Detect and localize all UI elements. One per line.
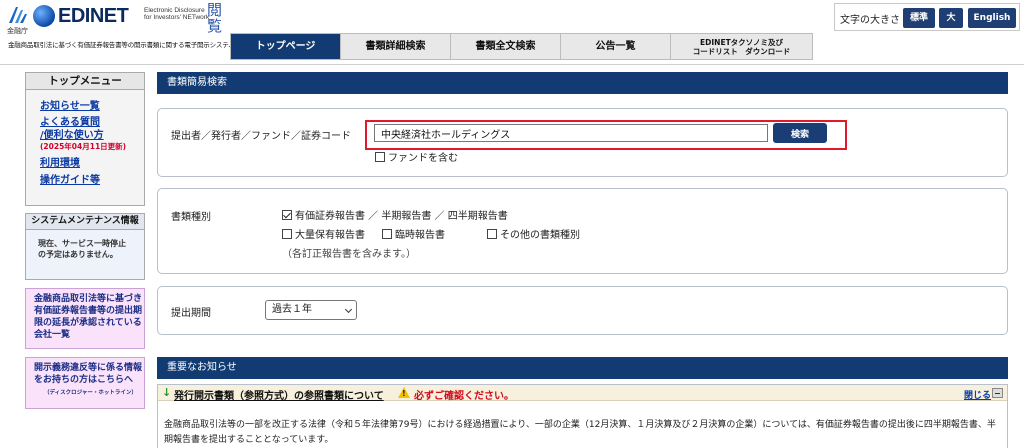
hotline-line-1: 開示義務違反等に係る情報 [34,363,143,373]
top-menu: トップメニュー お知らせ一覧 よくある質問 /便利な使い方 (2025年04月1… [25,72,145,206]
doctype-annual-label: 有価証券報告書 ／ 半期報告書 ／ 四半期報告書 [295,211,508,222]
logo-subtitle-2: for Investors' NETwork [144,14,210,21]
extension-company-list-link[interactable]: 金融商品取引法等に基づき 有価証券報告書等の提出期 限の延長が承認されている 会… [25,288,145,349]
tab-detail-search[interactable]: 書類詳細検索 [341,34,451,59]
notice-warning-text: 必ずご確認ください。 [414,391,514,402]
amendment-note: （各訂正報告書を含みます。） [282,249,416,260]
important-notice-header: 重要なお知らせ [157,357,1008,379]
font-size-control: 文字の大きさ 標準 大 English [834,3,1020,31]
hotline-line-2: をお持ちの方はこちらへ [34,375,134,385]
hotline-note: （ディスクロジャー・ホットライン） [44,390,137,396]
doctype-other-label: その他の書類種別 [500,230,580,241]
maintenance-title: システムメンテナンス情報 [26,214,144,230]
logo-title: EDINET [58,5,129,27]
period-select[interactable]: 過去１年 [265,300,357,320]
notice-bar: ↓ 発行開示書類（参照方式）の参照書類について ! 必ずご確認ください。 閉じる [158,385,1007,402]
tab-top-page[interactable]: トップページ [231,34,341,59]
document-type-label: 書類種別 [171,212,211,223]
tab-announcements[interactable]: 公告一覧 [561,34,671,59]
extension-line-1: 金融商品取引法等に基づき [34,294,143,304]
doctype-extraordinary-checkbox[interactable] [382,229,392,239]
notice-title-link[interactable]: 発行開示書類（参照方式）の参照書類について [174,387,384,402]
include-fund-checkbox[interactable] [375,152,385,162]
sidebar-link-guide[interactable]: 操作ガイド等 [40,174,144,187]
globe-icon [33,5,55,27]
header-divider [0,64,1024,65]
fsa-label: 金融庁 [7,27,28,35]
notice-body-text: 金融商品取引法等の一部を改正する法律（令和５年法律第79号）における経過措置によ… [164,420,996,445]
extension-line-4: 会社一覧 [34,330,71,340]
faq-updated-date: (2025年04月11日更新) [40,142,127,151]
maintenance-line-1: 現在、サービス一時停止 [38,239,126,248]
logo-description: 金融商品取引法に基づく有価証券報告書等の開示書類に関する電子開示システム [8,41,235,49]
doctype-annual-report[interactable]: 有価証券報告書 ／ 半期報告書 ／ 四半期報告書 [282,207,508,222]
maintenance-info: システムメンテナンス情報 現在、サービス一時停止 の予定はありません。 [25,213,145,280]
notice-close-link[interactable]: 閉じる [964,388,991,401]
sidebar-link-notices[interactable]: お知らせ一覧 [40,100,144,113]
submitter-search-input[interactable] [374,124,768,142]
simple-search-header: 書類簡易検索 [157,72,1008,94]
warning-icon: ! [398,387,410,398]
sidebar-link-tips[interactable]: /便利な使い方 [40,129,144,142]
sidebar-link-environment[interactable]: 利用環境 [40,157,144,170]
english-button[interactable]: English [968,8,1016,28]
doctype-extraordinary[interactable]: 臨時報告書 [382,226,445,241]
logo-subtitle-1: Electronic Disclosure [144,7,205,14]
fsa-logo-icon [9,7,27,23]
period-label: 提出期間 [171,308,211,319]
logo-browse-kanji: 閲覧 [207,1,223,35]
header: 金融庁 EDINET Electronic Disclosure for Inv… [0,0,1024,66]
doctype-annual-checkbox[interactable] [282,210,292,220]
edinet-logo[interactable]: 金融庁 EDINET Electronic Disclosure for Inv… [4,1,235,49]
include-fund-label: ファンドを含む [388,153,458,164]
top-menu-title: トップメニュー [26,73,144,90]
doctype-extraordinary-label: 臨時報告書 [395,230,445,241]
main-nav: トップページ 書類詳細検索 書類全文検索 公告一覧 EDINETタクソノミ及び … [230,33,813,60]
hotline-link[interactable]: 開示義務違反等に係る情報 をお持ちの方はこちらへ （ディスクロジャー・ホットライ… [25,357,145,409]
submitter-label: 提出者／発行者／ファンド／証券コード [171,131,351,142]
maintenance-line-2: の予定はありません。 [38,250,118,259]
include-fund-option[interactable]: ファンドを含む [375,149,458,164]
extension-line-2: 有価証券報告書等の提出期 [34,306,143,316]
tab-taxonomy-line2: コードリスト ダウンロード [692,46,791,56]
font-standard-button[interactable]: 標準 [903,8,935,28]
search-button[interactable]: 検索 [773,123,827,143]
doctype-large-holding-checkbox[interactable] [282,229,292,239]
doctype-large-holding-label: 大量保有報告書 [295,230,365,241]
collapse-icon[interactable] [992,388,1003,398]
font-large-button[interactable]: 大 [939,8,963,28]
tab-fulltext-search[interactable]: 書類全文検索 [451,34,561,59]
doctype-large-holding[interactable]: 大量保有報告書 [282,226,365,241]
tab-taxonomy-download[interactable]: EDINETタクソノミ及び コードリスト ダウンロード [671,34,812,59]
extension-line-3: 限の延長が承認されている [34,318,142,328]
doctype-other[interactable]: その他の書類種別 [487,226,580,241]
doctype-other-checkbox[interactable] [487,229,497,239]
period-selected-value: 過去１年 [272,304,312,315]
sidebar-link-faq[interactable]: よくある質問 [40,116,144,129]
font-size-label: 文字の大きさ [840,15,900,26]
tab-taxonomy-line1: EDINETタクソノミ及び [700,37,783,47]
arrow-down-icon: ↓ [162,386,172,399]
important-notice-box: ↓ 発行開示書類（参照方式）の参照書類について ! 必ずご確認ください。 閉じる… [157,384,1008,448]
chevron-down-icon [344,305,353,314]
